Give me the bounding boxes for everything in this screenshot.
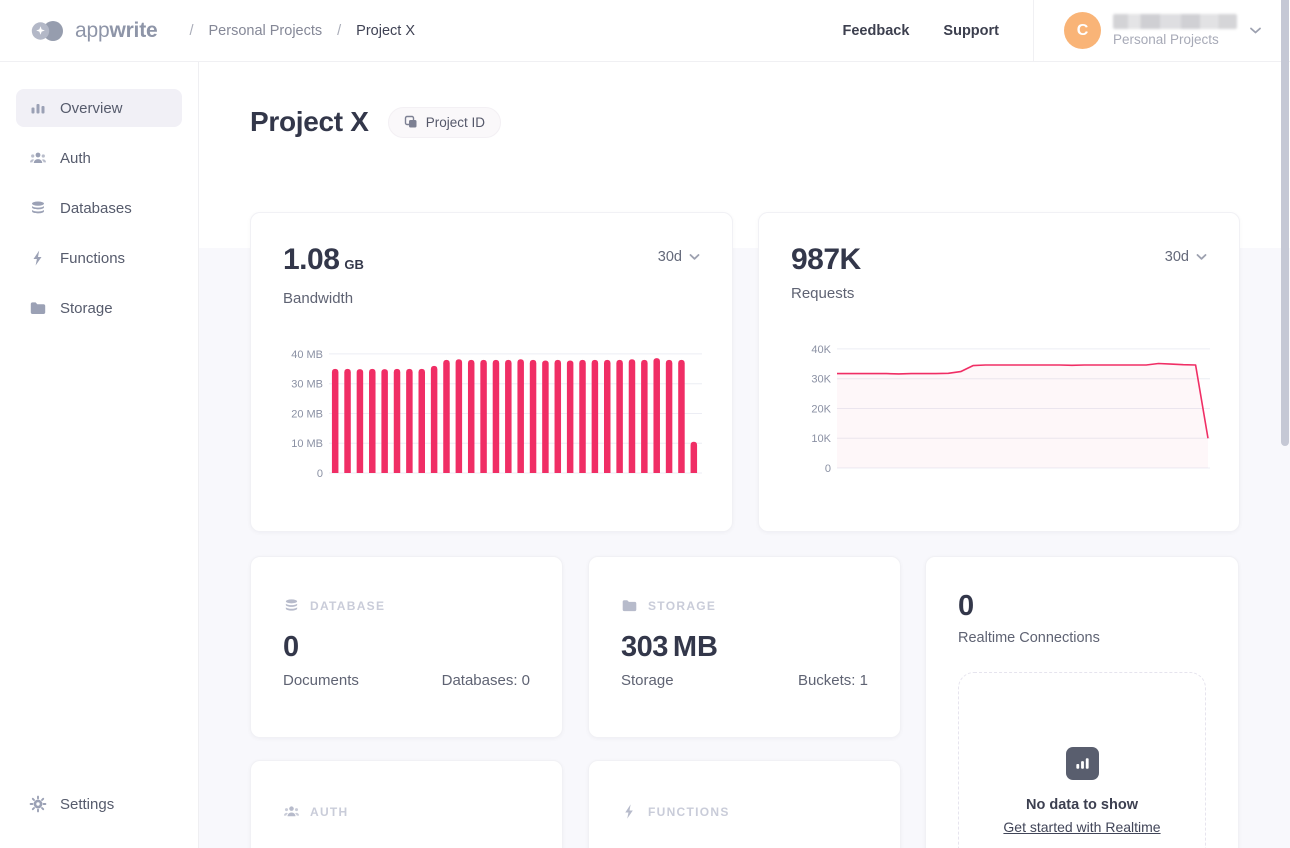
lightning-icon [621, 803, 638, 820]
account-menu[interactable]: C Personal Projects [1064, 12, 1262, 49]
appwrite-logo-icon [30, 19, 66, 43]
sidebar-item-functions[interactable]: Functions [16, 239, 182, 277]
main-content: Project X Project ID 1.08 GB Bandwidth 30… [199, 62, 1290, 848]
realtime-connections-label: Realtime Connections [958, 630, 1206, 646]
svg-text:40 MB: 40 MB [291, 349, 323, 361]
storage-category-label: STORAGE [648, 599, 716, 613]
account-texts: Personal Projects [1113, 14, 1237, 47]
bandwidth-range-select[interactable]: 30d [658, 249, 700, 265]
chevron-down-icon [1196, 253, 1207, 261]
svg-text:0: 0 [317, 468, 323, 480]
breadcrumb-separator: / [337, 23, 341, 39]
sidebar-item-label: Overview [60, 100, 123, 117]
svg-text:10K: 10K [811, 433, 831, 445]
lightning-icon [29, 249, 47, 267]
bandwidth-unit: GB [344, 257, 364, 272]
project-id-button[interactable]: Project ID [388, 107, 501, 138]
account-organization: Personal Projects [1113, 32, 1237, 47]
get-started-realtime-link[interactable]: Get started with Realtime [1003, 819, 1160, 835]
chevron-down-icon [689, 253, 700, 261]
sidebar-item-label: Functions [60, 250, 125, 267]
documents-count: 0 [283, 631, 299, 663]
avatar: C [1064, 12, 1101, 49]
sidebar-item-label: Settings [60, 796, 114, 813]
svg-text:20K: 20K [811, 403, 831, 415]
sidebar-item-storage[interactable]: Storage [16, 289, 182, 327]
breadcrumb-parent[interactable]: Personal Projects [209, 23, 323, 39]
logo-wordmark: appwrite [75, 19, 157, 43]
svg-text:30K: 30K [811, 374, 831, 386]
svg-text:30 MB: 30 MB [291, 379, 323, 391]
sidebar-item-label: Databases [60, 200, 132, 217]
header-actions: Feedback Support C Personal Projects [809, 0, 1262, 62]
account-name-redacted [1113, 14, 1237, 29]
gear-icon [29, 795, 47, 813]
bandwidth-label: Bandwidth [283, 290, 364, 307]
support-link[interactable]: Support [943, 23, 999, 39]
users-icon [283, 803, 300, 820]
appwrite-logo[interactable]: appwrite [30, 19, 157, 43]
chevron-down-icon [1249, 26, 1262, 35]
bar-chart-icon [29, 99, 47, 117]
storage-value: 303 [621, 631, 668, 663]
requests-value: 987K [791, 243, 861, 276]
project-id-label: Project ID [426, 115, 485, 130]
auth-card[interactable]: AUTH [250, 760, 563, 848]
sidebar-item-overview[interactable]: Overview [16, 89, 182, 127]
svg-text:20 MB: 20 MB [291, 408, 323, 420]
sidebar-item-databases[interactable]: Databases [16, 189, 182, 227]
requests-card: 987K Requests 30d 40K 30K 20K 10K 0 [758, 212, 1240, 532]
sidebar-item-auth[interactable]: Auth [16, 139, 182, 177]
svg-text:0: 0 [825, 463, 831, 475]
bandwidth-value-block: 1.08 GB Bandwidth [283, 243, 364, 307]
buckets-meta: Buckets: 1 [798, 672, 868, 689]
database-icon [29, 199, 47, 217]
requests-label: Requests [791, 285, 861, 302]
sidebar-item-label: Storage [60, 300, 113, 317]
functions-card[interactable]: FUNCTIONS [588, 760, 901, 848]
breadcrumb-current[interactable]: Project X [356, 23, 415, 39]
requests-chart: 40K 30K 20K 10K 0 [791, 334, 1207, 489]
documents-label: Documents [283, 672, 359, 689]
svg-text:40K: 40K [811, 344, 831, 356]
copy-icon [404, 115, 418, 129]
bandwidth-card: 1.08 GB Bandwidth 30d 40 MB 30 MB 20 MB 10 M… [250, 212, 733, 532]
header-divider [1033, 0, 1034, 62]
realtime-connections-count: 0 [958, 589, 1206, 623]
requests-range-select[interactable]: 30d [1165, 249, 1207, 265]
sidebar-item-label: Auth [60, 150, 91, 167]
requests-value-block: 987K Requests [791, 243, 861, 302]
feedback-link[interactable]: Feedback [843, 23, 910, 39]
functions-category-label: FUNCTIONS [648, 805, 730, 819]
database-card[interactable]: DATABASE 0 Documents Databases: 0 [250, 556, 563, 738]
database-category-label: DATABASE [310, 599, 385, 613]
storage-label: Storage [621, 672, 674, 689]
vertical-scrollbar[interactable] [1281, 0, 1289, 446]
databases-meta: Databases: 0 [442, 672, 530, 689]
storage-card[interactable]: STORAGE 303MB Storage Buckets: 1 [588, 556, 901, 738]
breadcrumb: / Personal Projects / Project X [189, 23, 415, 39]
svg-text:10 MB: 10 MB [291, 438, 323, 450]
breadcrumb-separator: / [189, 23, 193, 39]
bandwidth-value: 1.08 [283, 243, 339, 276]
no-data-chart-icon [1066, 747, 1099, 780]
realtime-card: 0 Realtime Connections No data to show G… [925, 556, 1239, 848]
app-header: appwrite / Personal Projects / Project X… [0, 0, 1290, 62]
realtime-empty-state: No data to show Get started with Realtim… [958, 672, 1206, 848]
users-icon [29, 149, 47, 167]
no-data-title: No data to show [1026, 797, 1138, 813]
bandwidth-chart: 40 MB 30 MB 20 MB 10 MB 0 [283, 339, 700, 494]
auth-category-label: AUTH [310, 805, 349, 819]
sidebar: Overview Auth Databases Functions Storag… [0, 62, 199, 848]
folder-icon [621, 597, 638, 614]
range-value: 30d [658, 249, 682, 265]
storage-unit: MB [673, 631, 718, 663]
page-title: Project X [250, 106, 369, 138]
sidebar-item-settings[interactable]: Settings [16, 785, 182, 823]
folder-icon [29, 299, 47, 317]
database-icon [283, 597, 300, 614]
range-value: 30d [1165, 249, 1189, 265]
